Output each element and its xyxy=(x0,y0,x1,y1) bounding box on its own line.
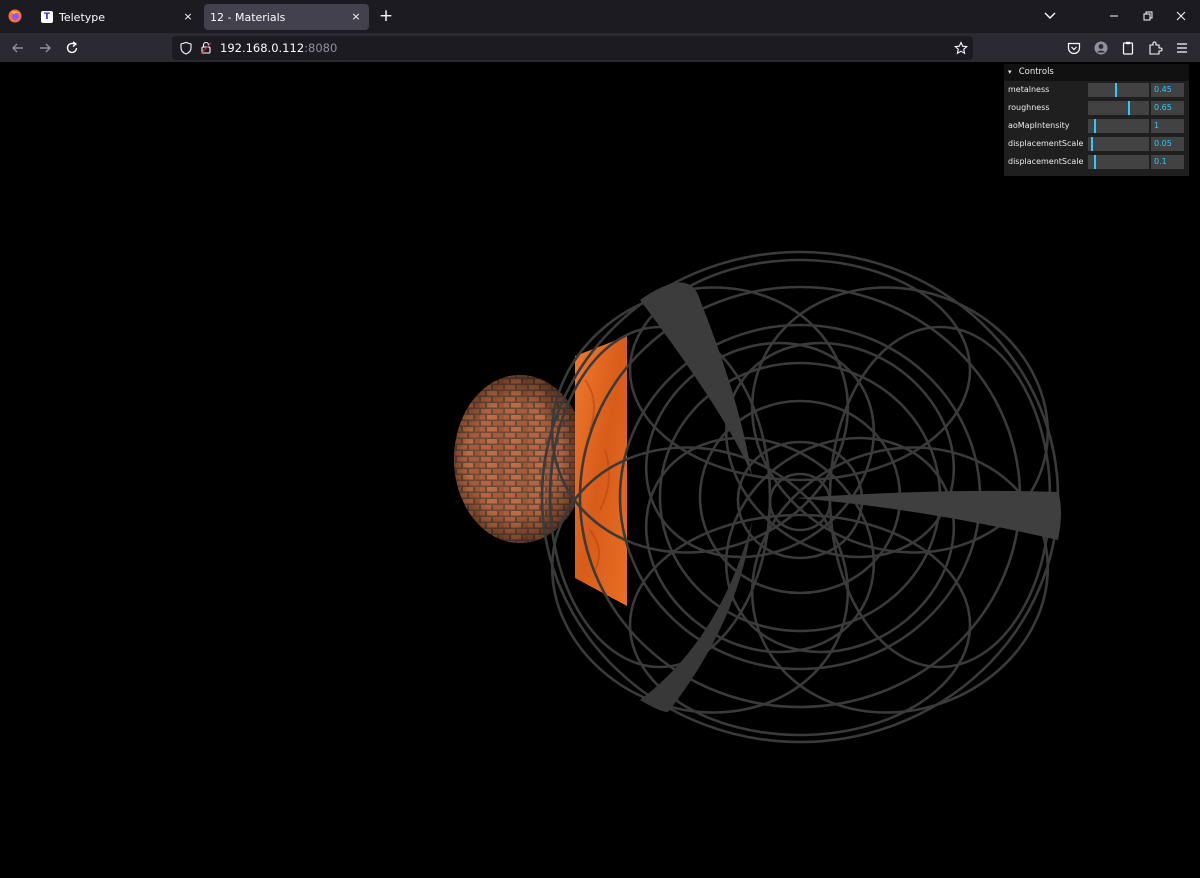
slider-thumb[interactable] xyxy=(1094,119,1096,133)
control-roughness: roughness 0.65 xyxy=(1004,99,1189,117)
number-input[interactable]: 0.45 xyxy=(1151,83,1184,97)
pocket-icon[interactable] xyxy=(1066,40,1082,56)
menu-hamburger-icon[interactable] xyxy=(1174,40,1190,56)
back-arrow-icon[interactable] xyxy=(10,40,26,56)
control-label: metalness xyxy=(1008,85,1050,94)
slider[interactable] xyxy=(1088,119,1149,133)
control-aomapintensity: aoMapIntensity 1 xyxy=(1004,117,1189,135)
url-host: 192.168.0.112 xyxy=(220,41,305,55)
slider[interactable] xyxy=(1088,155,1149,169)
teletype-favicon-icon: T xyxy=(41,11,53,23)
chevron-down-icon: ▾ xyxy=(1008,68,1012,76)
extensions-puzzle-icon[interactable] xyxy=(1147,40,1163,56)
control-displacementscale: displacementScale 0.05 xyxy=(1004,135,1189,153)
controls-title: Controls xyxy=(1018,67,1054,77)
insecure-lock-icon[interactable] xyxy=(199,41,213,55)
tab-close-icon[interactable]: × xyxy=(181,10,195,24)
number-input[interactable]: 0.65 xyxy=(1151,101,1184,115)
slider[interactable] xyxy=(1088,83,1149,97)
clipboard-icon[interactable] xyxy=(1120,40,1136,56)
new-tab-button[interactable]: + xyxy=(378,8,394,25)
tab-close-icon[interactable]: × xyxy=(349,10,363,24)
firefox-logo-icon[interactable] xyxy=(8,9,22,23)
brick-sphere xyxy=(454,375,586,543)
control-label: displacementScale xyxy=(1008,139,1084,148)
tab-materials[interactable]: 12 - Materials × xyxy=(204,4,369,30)
account-avatar-icon[interactable] xyxy=(1093,40,1109,56)
control-label: roughness xyxy=(1008,103,1050,112)
controls-title-bar[interactable]: ▾ Controls xyxy=(1004,64,1189,81)
url-port: :8080 xyxy=(304,41,338,55)
control-metalness: metalness 0.45 xyxy=(1004,81,1189,99)
window-close-icon[interactable] xyxy=(1173,8,1189,24)
webgl-canvas[interactable]: ▾ Controls metalness 0.45 roughness 0.65… xyxy=(0,62,1200,878)
shield-icon[interactable] xyxy=(179,41,193,55)
restore-icon[interactable] xyxy=(1140,8,1156,24)
tab-title: Teletype xyxy=(59,10,106,24)
slider-thumb[interactable] xyxy=(1091,137,1093,151)
slider[interactable] xyxy=(1088,137,1149,151)
bookmark-star-icon[interactable] xyxy=(954,41,968,55)
slider-thumb[interactable] xyxy=(1094,155,1096,169)
chevron-down-icon[interactable] xyxy=(1043,10,1057,22)
number-input[interactable]: 0.1 xyxy=(1151,155,1184,169)
number-input[interactable]: 1 xyxy=(1151,119,1184,133)
control-displacementscale-2: displacementScale 0.1 xyxy=(1004,153,1189,171)
url-bar[interactable]: 192.168.0.112:8080 xyxy=(172,36,973,60)
minimize-icon[interactable] xyxy=(1106,8,1122,24)
control-label: displacementScale xyxy=(1008,157,1084,166)
navigation-bar: 192.168.0.112:8080 xyxy=(0,33,1200,62)
url-text[interactable]: 192.168.0.112:8080 xyxy=(220,41,337,55)
tab-strip: T Teletype × 12 - Materials × + xyxy=(0,0,1200,33)
control-label: aoMapIntensity xyxy=(1008,121,1070,130)
slider-thumb[interactable] xyxy=(1115,83,1117,97)
three-scene xyxy=(454,250,1061,744)
slider-thumb[interactable] xyxy=(1128,101,1130,115)
controls-panel: ▾ Controls metalness 0.45 roughness 0.65… xyxy=(1004,64,1189,176)
forward-arrow-icon[interactable] xyxy=(37,40,53,56)
tab-teletype[interactable]: T Teletype × xyxy=(33,4,201,30)
number-input[interactable]: 0.05 xyxy=(1151,137,1184,151)
slider[interactable] xyxy=(1088,101,1149,115)
reload-icon[interactable] xyxy=(64,40,80,56)
tab-title: 12 - Materials xyxy=(210,10,286,24)
